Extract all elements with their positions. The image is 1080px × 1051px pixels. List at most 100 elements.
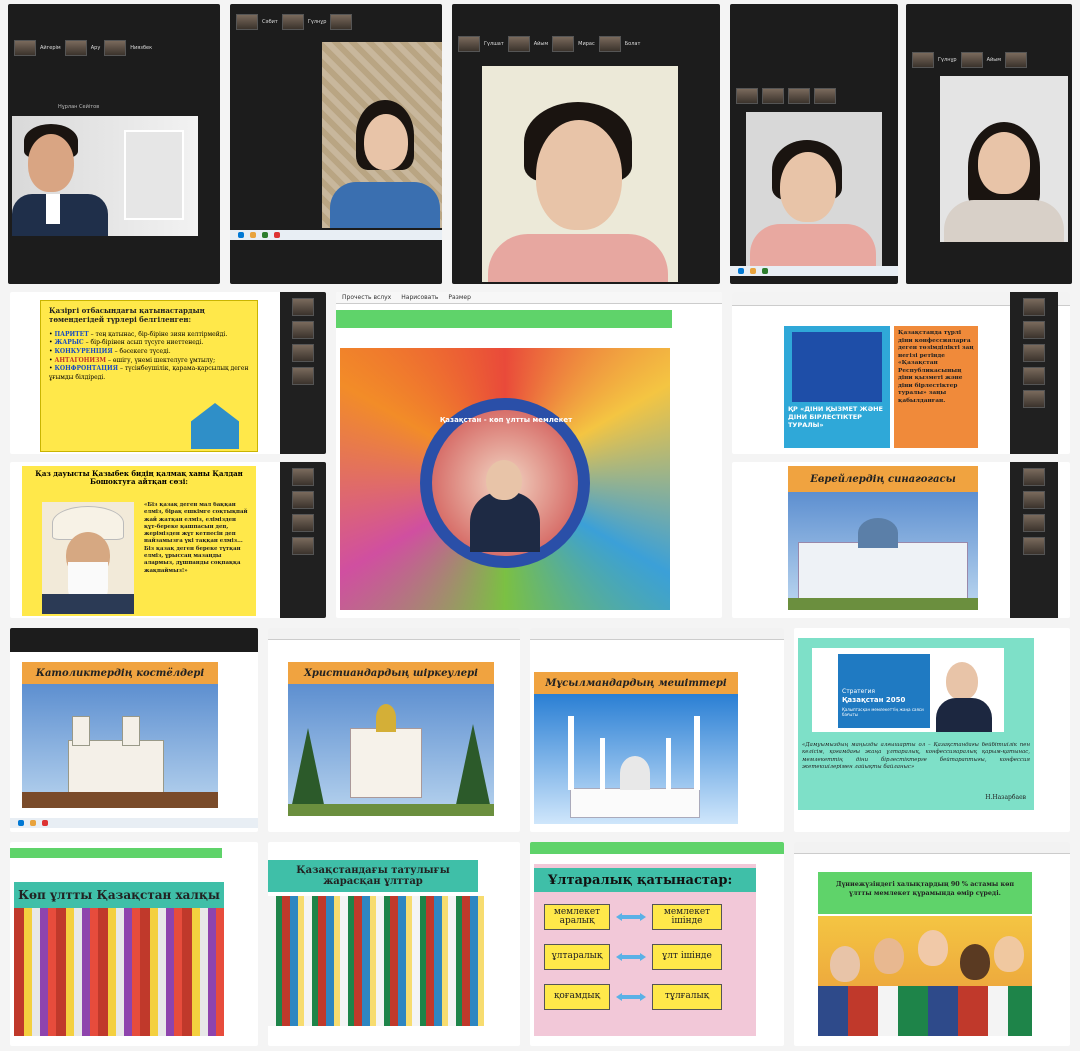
slide-multinational: Көп ұлтты Қазақстан халқы (10, 842, 258, 1046)
participant-thumb[interactable] (1005, 52, 1027, 68)
participant-thumb[interactable] (507, 36, 530, 52)
strategy-quote: «Дамуымыздың маңызды алғышарты ол – Қаза… (802, 742, 1030, 770)
slide-peaceful-nations: Қазақстандағы татулығы жарасқан ұлттар (268, 842, 520, 1046)
participant-thumb[interactable] (236, 14, 258, 30)
term-label: ПАРИТЕТ (54, 330, 89, 338)
participant-name: Гүлнұр (307, 19, 327, 25)
term-label: КОНКУРЕНЦИЯ (54, 347, 113, 355)
slide-title: Католиктердің костёлдері (22, 662, 218, 684)
participant-video (746, 112, 882, 266)
viewer-toolbar: Прочесть вслух Нарисовать Размер (336, 292, 722, 304)
participant-name: Айым (986, 57, 1001, 63)
slide-kazybek: Қаз дауысты Қазыбек бидің қалмақ ханы Қа… (10, 462, 326, 618)
participant-thumb[interactable] (104, 40, 127, 56)
participants-panel (280, 292, 326, 454)
participant-name: Айгерім (40, 45, 61, 51)
video-call-2: Сәбит Гүлнұр (230, 4, 442, 284)
draw-button[interactable]: Нарисовать (401, 294, 438, 301)
list-item: • КОНКУРЕНЦИЯ – бәсекеге түседі. (49, 347, 171, 355)
participant-thumb[interactable] (292, 514, 314, 532)
participant-name: Ниязбек (130, 45, 153, 51)
participant-thumb[interactable] (292, 537, 314, 555)
double-arrow-icon (616, 953, 646, 961)
people-photo (14, 908, 224, 1036)
participant-thumb[interactable] (552, 36, 575, 52)
participant-thumb[interactable] (292, 367, 314, 385)
participant-thumb[interactable] (814, 88, 836, 104)
collage-image: Қазақстан - көп ұлтты мемлекет (340, 348, 670, 610)
kazybek-portrait (42, 502, 134, 614)
participant-name: Айым (533, 41, 549, 47)
book-title: ҚР «ДІНИ ҚЫЗМЕТ ЖӘНЕ ДІНИ БІРЛЕСТІКТЕР Т… (788, 405, 883, 429)
participant-thumb[interactable] (14, 40, 36, 56)
slide-world-nations: Дүниежүзіндегі халықтардың 90 % астамы к… (794, 842, 1070, 1046)
slide-collage: Прочесть вслух Нарисовать Размер Қазақст… (336, 292, 722, 618)
participant-thumb[interactable] (292, 321, 314, 339)
slide-heading: Қазіргі отбасындағы қатынастардың төменд… (49, 306, 205, 324)
video-call-5: Гүлнұр Айым (906, 4, 1072, 284)
participant-thumb[interactable] (64, 40, 87, 56)
participant-thumb[interactable] (292, 491, 314, 509)
participant-thumb[interactable] (736, 88, 758, 104)
participant-thumb[interactable] (1023, 298, 1045, 316)
participant-thumb[interactable] (598, 36, 621, 52)
participant-thumb[interactable] (292, 468, 314, 486)
slide-family-relations: Қазіргі отбасындағы қатынастардың төменд… (10, 292, 326, 454)
participant-name: Мирас (578, 41, 595, 47)
slide-muslim: Мұсылмандардың мешіттері (530, 628, 784, 832)
mosque-building (570, 788, 700, 818)
read-aloud-button[interactable]: Прочесть вслух (342, 294, 391, 301)
slide-title: Мұсылмандардың мешіттері (534, 672, 738, 694)
participant-name: Болат (624, 41, 641, 47)
term-text: – бір-бірінен асып түсуге ниеттенеді. (85, 339, 204, 347)
strategy-banner: Стратегия Қазақстан 2050 Қалыптасқан мем… (812, 648, 1004, 732)
slide-synagogue: Еврейлердің синагогасы (732, 462, 1070, 618)
participant-thumb[interactable] (762, 88, 784, 104)
people-photo (268, 896, 484, 1026)
participant-video (322, 42, 442, 228)
participant-thumb[interactable] (1023, 321, 1045, 339)
participant-thumb[interactable] (292, 298, 314, 316)
participant-video (482, 66, 678, 282)
participant-thumb[interactable] (788, 88, 810, 104)
participant-thumb[interactable] (1023, 390, 1045, 408)
participant-thumb[interactable] (1023, 468, 1045, 486)
term-label: КОНФРОНТАЦИЯ (54, 365, 119, 373)
relation-box: мемлекет ішінде (652, 904, 722, 930)
slide-strategy-2050: Стратегия Қазақстан 2050 Қалыптасқан мем… (794, 628, 1070, 832)
slide-christian: Христиандардың шіркеулері (268, 628, 520, 832)
slide-body: Қазіргі отбасындағы қатынастардың төменд… (40, 300, 258, 452)
participants-panel (1010, 462, 1058, 618)
participant-thumb[interactable] (458, 36, 480, 52)
video-call-3: Гүлшат Айым Мирас Болат (452, 4, 720, 284)
participant-thumb[interactable] (1023, 514, 1045, 532)
participant-name: Гүлнұр (938, 57, 957, 63)
slide-quote: «Біз қазақ деген мал баққан елміз, бірақ… (144, 502, 248, 574)
relation-box: қоғамдық (544, 984, 610, 1010)
size-button[interactable]: Размер (448, 294, 471, 301)
relation-box: ұлтаралық (544, 944, 610, 970)
participant-thumb[interactable] (1023, 344, 1045, 362)
participant-name: Ару (90, 45, 101, 51)
speaker-caption: Нұрлан Сейітов (58, 104, 100, 110)
logo-line-1: Стратегия (842, 688, 876, 695)
participant-thumb[interactable] (1023, 491, 1045, 509)
participant-thumb[interactable] (960, 52, 983, 68)
participant-thumb[interactable] (330, 14, 353, 30)
participant-thumb[interactable] (912, 52, 934, 68)
participant-name: Гүлшат (484, 41, 504, 47)
participant-thumb[interactable] (1023, 537, 1045, 555)
participants-panel (280, 462, 326, 618)
term-text: – тең қатынас, бір-біріне зиян келтірмей… (90, 330, 228, 338)
participant-thumb[interactable] (1023, 367, 1045, 385)
list-item: • КОНФРОНТАЦИЯ – түсінбеушілік, қарама-қ… (49, 365, 249, 381)
slide-title: Қазақстандағы татулығы жарасқан ұлттар (268, 860, 478, 892)
relation-box: ұлт ішінде (652, 944, 722, 970)
video-call-4 (730, 4, 898, 284)
slide-header: Дүниежүзіндегі халықтардың 90 % астамы к… (818, 872, 1032, 914)
participant-thumb[interactable] (292, 344, 314, 362)
relation-box: мемлекет аралық (544, 904, 610, 930)
list-item: • ЖАРЫС – бір-бірінен асып түсуге ниетте… (49, 339, 204, 347)
term-label: АНТАГОНИЗМ (54, 356, 107, 364)
participant-thumb[interactable] (281, 14, 304, 30)
